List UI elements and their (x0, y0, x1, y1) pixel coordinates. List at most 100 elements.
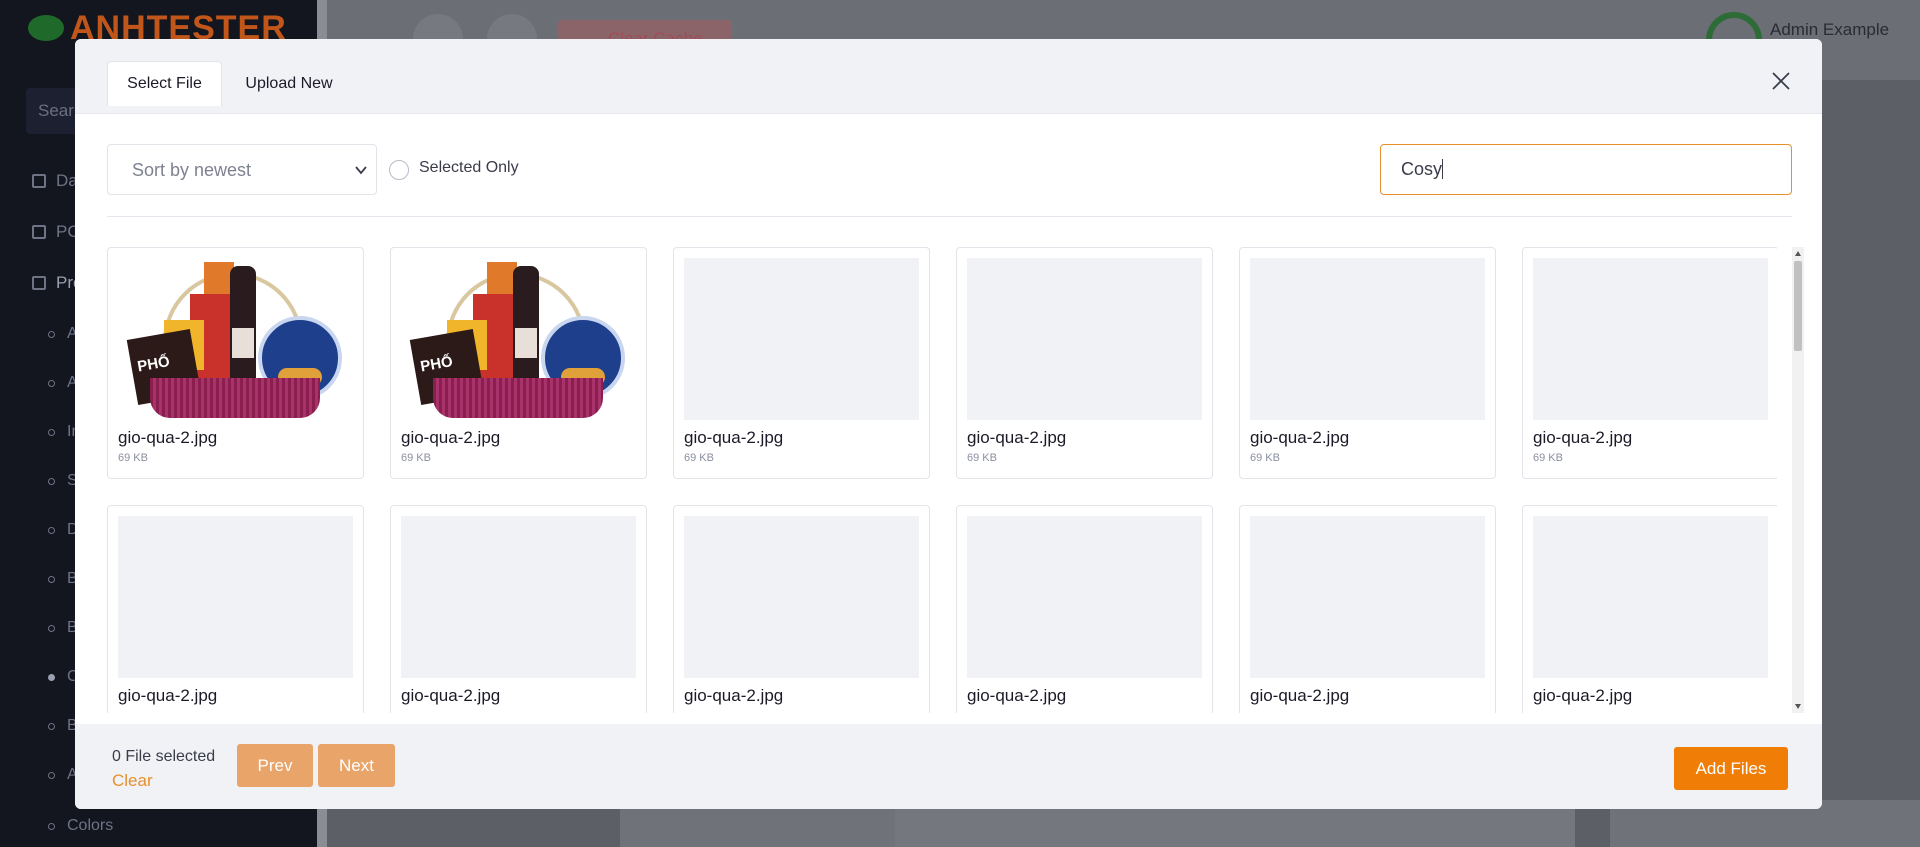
cart-icon (32, 276, 46, 290)
file-thumbnail-placeholder (1250, 258, 1485, 420)
bullet-icon (48, 379, 55, 387)
file-grid: PHỐ gio-qua-2.jpg 69 KB PHỐ gio-qua-2.jp… (107, 247, 1777, 713)
bullet-icon (48, 428, 55, 436)
coffee-box-text: PHỐ (136, 353, 172, 376)
file-name: gio-qua-2.jpg (967, 686, 1067, 705)
file-name: gio-qua-2.jpg (401, 428, 501, 447)
bottle-label-shape (232, 328, 254, 358)
pos-icon (32, 225, 46, 239)
wine-bottle-shape (230, 266, 256, 384)
selected-only-radio[interactable] (389, 160, 409, 180)
file-card[interactable]: gio-qua-2.jpg 69 KB (1522, 247, 1777, 479)
file-thumbnail-placeholder (967, 516, 1202, 678)
file-name: gio-qua-2.jpg (118, 428, 218, 447)
file-card[interactable]: PHỐ gio-qua-2.jpg 69 KB (107, 247, 364, 479)
sidebar-subitem: B (48, 570, 78, 588)
file-card[interactable]: PHỐ gio-qua-2.jpg 69 KB (390, 247, 647, 479)
sidebar-subitem: S (48, 472, 78, 490)
file-card[interactable]: gio-qua-2.jpg 69 KB (956, 247, 1213, 479)
bullet-icon (48, 330, 55, 338)
bullet-icon (48, 526, 55, 534)
tab-upload-new[interactable]: Upload New (227, 61, 351, 106)
chevron-down-icon (355, 166, 367, 175)
divider (107, 216, 1792, 217)
file-card[interactable]: gio-qua-2.jpg (673, 505, 930, 713)
file-picker-modal: Select File Upload New Sort by newest Se… (75, 39, 1822, 809)
coffee-box-text: PHỐ (419, 353, 455, 376)
file-thumbnail-placeholder (118, 516, 353, 678)
file-name: gio-qua-2.jpg (684, 428, 784, 447)
basket-shape (150, 378, 320, 418)
sidebar-subitem: A (48, 374, 78, 392)
selected-only-option[interactable]: Selected Only (389, 156, 519, 180)
file-name: gio-qua-2.jpg (967, 428, 1067, 447)
file-card[interactable]: gio-qua-2.jpg (956, 505, 1213, 713)
file-thumbnail-placeholder (401, 516, 636, 678)
sidebar-subitem-active: C (48, 668, 79, 686)
search-input-value: Cosy (1401, 159, 1443, 179)
sidebar-subitem: B (48, 717, 78, 735)
file-grid-scrollbar[interactable] (1792, 247, 1804, 713)
file-size: 69 KB (967, 452, 997, 464)
file-thumbnail-placeholder (1533, 258, 1768, 420)
search-input[interactable]: Cosy (1380, 144, 1792, 195)
file-card[interactable]: gio-qua-2.jpg (390, 505, 647, 713)
file-name: gio-qua-2.jpg (1533, 686, 1633, 705)
sidebar-item-pos: PO (32, 222, 81, 242)
file-card[interactable]: gio-qua-2.jpg 69 KB (673, 247, 930, 479)
file-name: gio-qua-2.jpg (1250, 428, 1350, 447)
modal-footer: 0 File selected Clear Prev Next Add File… (75, 724, 1822, 809)
add-files-button[interactable]: Add Files (1674, 747, 1788, 790)
modal-header: Select File Upload New (75, 39, 1822, 114)
sort-select-value: Sort by newest (132, 160, 252, 180)
file-thumbnail: PHỐ (118, 258, 353, 420)
user-name: Admin Example (1770, 20, 1890, 39)
file-thumbnail: PHỐ (401, 258, 636, 420)
file-name: gio-qua-2.jpg (1250, 686, 1350, 705)
file-card[interactable]: gio-qua-2.jpg (1239, 505, 1496, 713)
file-size: 69 KB (118, 452, 148, 464)
selected-count: 0 File selected (112, 748, 216, 765)
bullet-icon (48, 673, 55, 681)
file-thumbnail-placeholder (1533, 516, 1768, 678)
selected-only-label: Selected Only (419, 159, 519, 176)
sidebar-subitem: A (48, 766, 78, 784)
bullet-icon (48, 822, 55, 830)
bullet-icon (48, 771, 55, 779)
file-size: 69 KB (401, 452, 431, 464)
scroll-up-icon[interactable] (1795, 251, 1801, 256)
logo-glasses-icon (28, 15, 64, 41)
file-thumbnail-placeholder (684, 258, 919, 420)
scroll-down-icon[interactable] (1795, 704, 1801, 709)
file-card[interactable]: gio-qua-2.jpg (1522, 505, 1777, 713)
sidebar-item-dashboard: Da (32, 171, 78, 191)
sidebar-subitem: A (48, 325, 78, 343)
prev-button[interactable]: Prev (237, 744, 313, 787)
bullet-icon (48, 575, 55, 583)
file-name: gio-qua-2.jpg (1533, 428, 1633, 447)
next-button[interactable]: Next (318, 744, 395, 787)
file-size: 69 KB (1533, 452, 1563, 464)
file-size: 69 KB (1250, 452, 1280, 464)
file-card[interactable]: gio-qua-2.jpg (107, 505, 364, 713)
file-thumbnail-placeholder (1250, 516, 1485, 678)
bullet-icon (48, 477, 55, 485)
home-icon (32, 174, 46, 188)
bottle-label-shape (515, 328, 537, 358)
scrollbar-thumb[interactable] (1794, 261, 1802, 351)
tab-select-file[interactable]: Select File (107, 61, 222, 106)
sort-select[interactable]: Sort by newest (107, 144, 377, 195)
sidebar-subitem: D (48, 521, 79, 539)
text-caret (1442, 159, 1444, 179)
file-card[interactable]: gio-qua-2.jpg 69 KB (1239, 247, 1496, 479)
file-name: gio-qua-2.jpg (401, 686, 501, 705)
close-icon[interactable] (1770, 70, 1792, 92)
file-thumbnail-placeholder (684, 516, 919, 678)
wine-bottle-shape (513, 266, 539, 384)
clear-link[interactable]: Clear (112, 771, 153, 791)
file-name: gio-qua-2.jpg (118, 686, 218, 705)
sidebar-subitem-colors: Colors (48, 817, 113, 835)
basket-shape (433, 378, 603, 418)
sidebar-subitem-label: Colors (67, 817, 114, 834)
file-thumbnail-placeholder (967, 258, 1202, 420)
